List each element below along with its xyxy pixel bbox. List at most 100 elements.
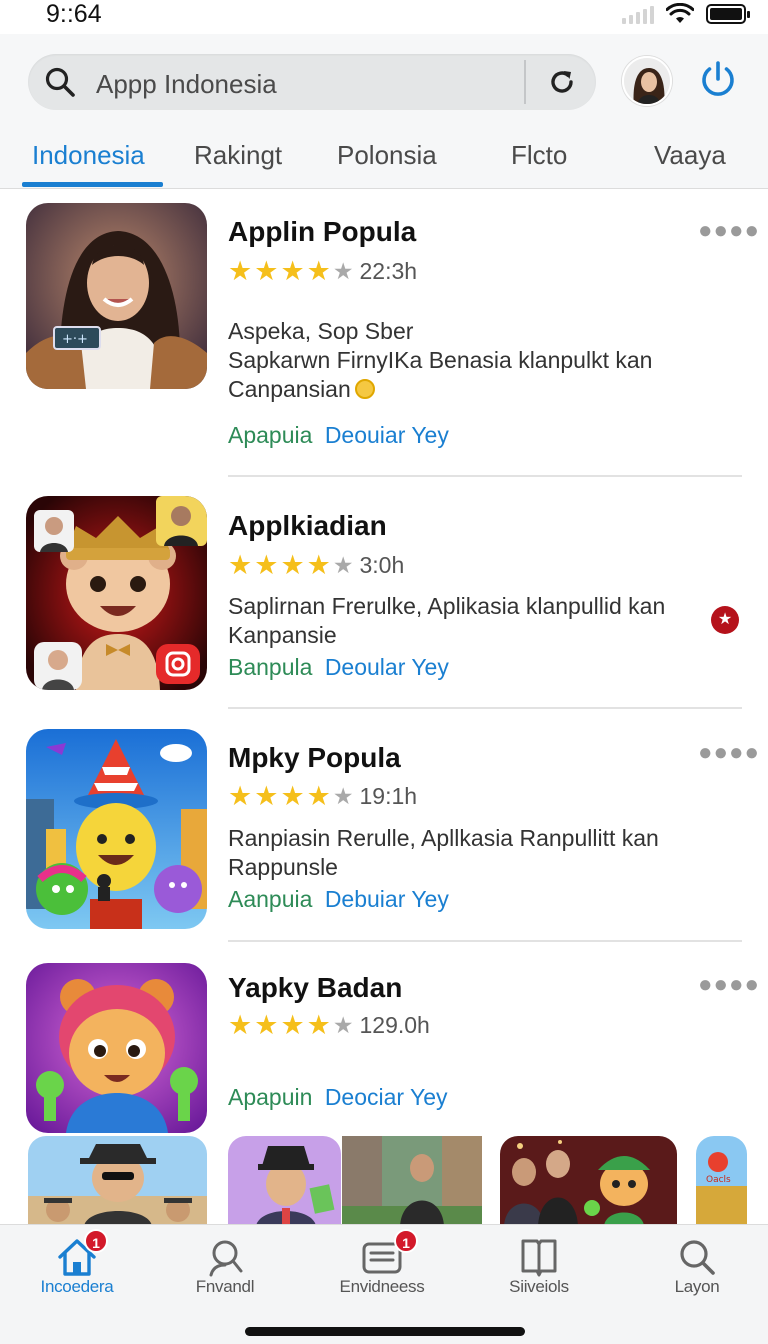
tab-polonsia[interactable]: Polonsia	[337, 140, 437, 171]
svg-text:+·+: +·+	[62, 332, 88, 347]
star-icon: ★	[280, 550, 305, 580]
star-icon: ★	[280, 781, 305, 811]
svg-text:Oacls: Oacls	[706, 1175, 731, 1185]
nav-item-find[interactable]: Fnvandl	[148, 1225, 302, 1315]
app-thumbnail[interactable]	[26, 729, 207, 929]
rating-count: 3:0h	[359, 552, 405, 578]
item-separator	[228, 475, 742, 477]
bottom-navigation: 1 Incoedera Fnvandl 1 Envidneess Siiveio…	[0, 1224, 768, 1344]
featured-thumbnail-strip: Oacls	[0, 1136, 768, 1224]
person-search-icon	[209, 1240, 243, 1277]
star-empty-icon: ★	[332, 552, 354, 578]
nav-item-inbox[interactable]: 1 Envidneess	[305, 1225, 459, 1315]
star-icon: ★	[254, 550, 279, 580]
rating-count: 19:1h	[359, 783, 418, 809]
description-line: Aspeka, Sop Sber	[228, 318, 414, 344]
app-links: Aanpuia Debuiar Yey	[228, 886, 449, 913]
star-icon: ★	[280, 1010, 305, 1040]
tab-vaaya[interactable]: Vaaya	[654, 140, 726, 171]
star-icon: ★	[228, 1010, 253, 1040]
power-icon[interactable]	[696, 58, 740, 102]
app-thumbnail[interactable]: +·+	[26, 203, 207, 389]
user-avatar[interactable]	[622, 56, 672, 106]
item-separator	[228, 707, 742, 709]
signal-icon	[622, 4, 654, 24]
description-line: Kanpansie	[228, 622, 337, 648]
refresh-icon[interactable]	[546, 66, 578, 98]
app-description: Aspeka, Sop Sber Sapkarwn FirnyIKa Benas…	[228, 317, 698, 404]
description-line: Rappunsle	[228, 854, 338, 880]
app-link-secondary[interactable]: Deociar Yey	[325, 1084, 448, 1110]
star-icon: ★	[254, 1010, 279, 1040]
app-link-primary[interactable]: Banpula	[228, 654, 312, 680]
star-icon: ★	[228, 256, 253, 286]
nav-item-library[interactable]: Siiveiols	[462, 1225, 616, 1315]
status-bar: 9::64	[0, 0, 768, 34]
featured-thumbnail[interactable]	[342, 1136, 482, 1224]
nav-label: Layon	[674, 1277, 720, 1296]
featured-thumbnail[interactable]	[228, 1136, 341, 1224]
star-icon: ★	[254, 256, 279, 286]
app-link-primary[interactable]: Apapuia	[228, 422, 312, 448]
tab-flcto[interactable]: Flcto	[511, 140, 567, 171]
featured-thumbnail[interactable]	[28, 1136, 207, 1224]
search-bar[interactable]: Appp Indonesia	[28, 54, 596, 110]
app-link-secondary[interactable]: Deouiar Yey	[325, 422, 449, 448]
description-text: Canpansian	[228, 376, 351, 402]
tab-indonesia[interactable]: Indonesia	[32, 140, 145, 171]
app-links: Banpula Deoular Yey	[228, 654, 449, 681]
app-link-secondary[interactable]: Deoular Yey	[325, 654, 449, 680]
status-time: 9::64	[46, 0, 102, 28]
app-title[interactable]: Applin Popula	[228, 216, 416, 248]
star-icon: ★	[306, 781, 331, 811]
app-description: Ranpiasin Rerulle, Apllkasia Ranpullitt …	[228, 824, 698, 882]
nav-label: Siiveiols	[509, 1277, 569, 1296]
category-tabs: Indonesia Rakingt Polonsia Flcto Vaaya	[0, 134, 768, 189]
nav-label: Incoedera	[40, 1277, 114, 1296]
app-thumbnail[interactable]	[26, 496, 207, 690]
star-rating: ★ ★ ★ ★ ★ 19:1h	[228, 783, 417, 810]
app-title[interactable]: Yapky Badan	[228, 972, 402, 1004]
item-separator	[228, 940, 742, 942]
app-title[interactable]: Mpky Popula	[228, 742, 401, 774]
more-options-icon[interactable]: ●●●●	[698, 219, 760, 243]
search-input[interactable]: Appp Indonesia	[96, 69, 277, 100]
app-links: Apapuia Deouiar Yey	[228, 422, 449, 449]
app-link-secondary[interactable]: Debuiar Yey	[325, 886, 449, 912]
more-options-icon[interactable]: ●●●●	[698, 973, 760, 997]
search-divider	[524, 60, 526, 104]
star-icon: ★	[306, 550, 331, 580]
book-icon	[521, 1239, 557, 1277]
app-header: Appp Indonesia Indonesia Rakingt Polonsi…	[0, 34, 768, 189]
tab-rakingt[interactable]: Rakingt	[194, 140, 282, 171]
coin-emoji-icon	[354, 379, 375, 399]
star-rating: ★ ★ ★ ★ ★ 3:0h	[228, 552, 404, 579]
app-thumbnail[interactable]	[26, 963, 207, 1133]
star-empty-icon: ★	[332, 1012, 354, 1038]
star-empty-icon: ★	[332, 258, 354, 284]
star-rating: ★ ★ ★ ★ ★ 22:3h	[228, 258, 417, 285]
status-icons	[622, 3, 750, 25]
wifi-icon	[666, 3, 694, 23]
featured-thumbnail[interactable]	[500, 1136, 677, 1224]
app-link-primary[interactable]: Aanpuia	[228, 886, 312, 912]
notification-badge: 1	[394, 1229, 418, 1253]
app-links: Apapuin Deociar Yey	[228, 1084, 448, 1111]
star-icon: ★	[306, 1010, 331, 1040]
search-icon	[680, 1240, 715, 1275]
star-empty-icon: ★	[332, 783, 354, 809]
nav-label: Fnvandl	[195, 1277, 255, 1296]
description-line: Ranpiasin Rerulle, Apllkasia Ranpullitt …	[228, 825, 659, 851]
app-description: Saplirnan Frerulke, Aplikasia klanpullid…	[228, 592, 698, 650]
search-icon	[45, 67, 75, 97]
app-link-primary[interactable]: Apapuin	[228, 1084, 312, 1110]
favorite-badge-icon[interactable]: ★	[711, 606, 739, 634]
rating-count: 22:3h	[359, 258, 418, 284]
featured-thumbnail[interactable]: Oacls	[696, 1136, 747, 1224]
nav-item-home[interactable]: 1 Incoedera	[0, 1225, 154, 1315]
app-title[interactable]: Applkiadian	[228, 510, 387, 542]
star-icon: ★	[254, 781, 279, 811]
more-options-icon[interactable]: ●●●●	[698, 741, 760, 765]
nav-item-search[interactable]: Layon	[620, 1225, 768, 1315]
description-line: Sapkarwn FirnyIKa Benasia klanpulkt kan	[228, 347, 653, 373]
